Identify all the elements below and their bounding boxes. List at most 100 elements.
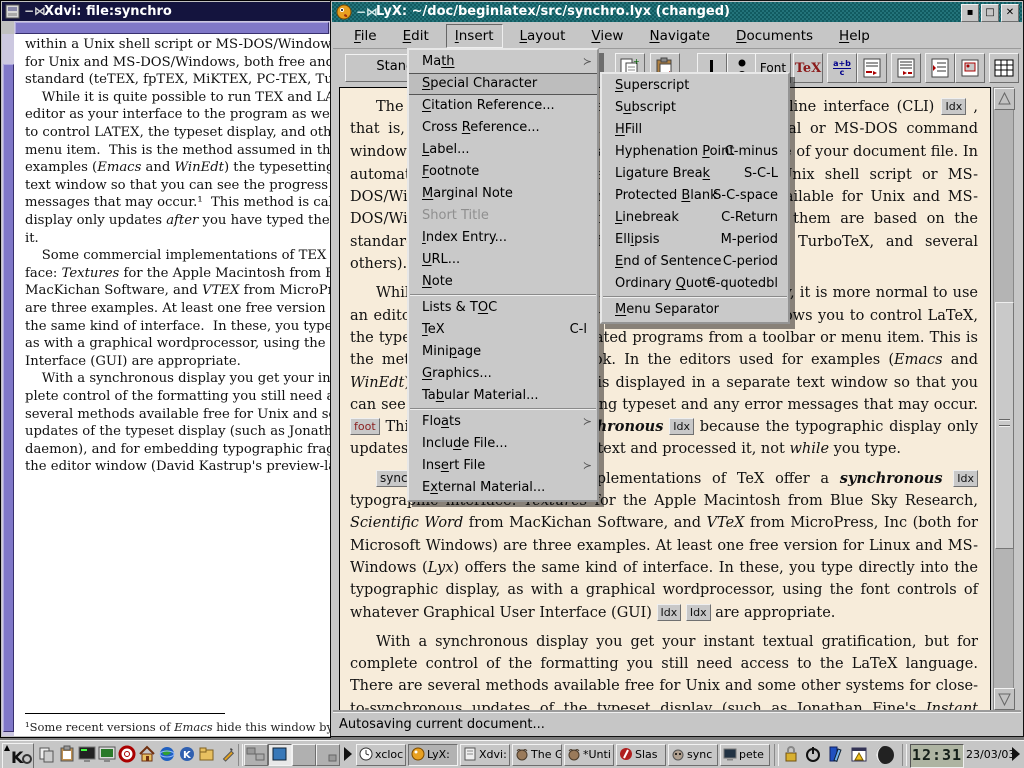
insert-menu-item-include-file[interactable]: Include File... [409, 433, 597, 455]
special-char-item-end-of-sentence[interactable]: End of SentenceC-period [602, 251, 788, 273]
menu-layout[interactable]: Layout [511, 24, 575, 48]
menu-documents[interactable]: Documents [727, 24, 822, 48]
xdvi-vscroll-thumb[interactable] [3, 64, 14, 732]
terminal-icon[interactable] [78, 745, 97, 764]
desktop: −⋈ Xdvi: file:synchro within a Unix shel… [0, 0, 1024, 768]
menu-help[interactable]: Help [830, 24, 879, 48]
menu-view[interactable]: View [582, 24, 632, 48]
xdvi-text-line: text window so that you can see the prog… [25, 178, 330, 193]
xdvi-hscroll-thumb[interactable] [15, 22, 329, 34]
insert-menu-item-math[interactable]: Math≻ [409, 51, 597, 73]
task-button-lyx[interactable]: LyX: [408, 744, 458, 766]
task-button-pete[interactable]: pete [720, 744, 770, 766]
Idx-inset[interactable]: Idx [657, 604, 682, 621]
Idx-inset[interactable]: Idx [953, 470, 978, 487]
special-char-item-hfill[interactable]: HFill [602, 119, 788, 141]
power-icon[interactable] [804, 745, 822, 763]
display-icon[interactable] [98, 745, 117, 764]
window-list-icon[interactable] [38, 745, 57, 764]
clipboard-icon[interactable] [58, 745, 77, 764]
panel-expand-icon[interactable] [344, 747, 352, 761]
insert-menu-item-external-material[interactable]: External Material... [409, 477, 597, 499]
scroll-thumb[interactable] [995, 302, 1014, 549]
xdvi-horizontal-scrollbar[interactable] [14, 21, 330, 35]
insert-menu-item-label[interactable]: Label... [409, 139, 597, 161]
insert-menu-item-special-character[interactable]: Special Character [409, 73, 597, 95]
menu-insert[interactable]: Insert [446, 24, 503, 48]
footnote-icon[interactable] [857, 53, 887, 83]
files-icon[interactable] [198, 745, 217, 764]
special-char-item-menu-separator[interactable]: Menu Separator [602, 299, 788, 321]
task-button-xdvi[interactable]: Xdvi: [460, 744, 510, 766]
pager-desktop-1[interactable] [244, 744, 268, 766]
insert-menu-item-minipage[interactable]: Minipage [409, 341, 597, 363]
special-char-item-ordinary-quote[interactable]: Ordinary QuoteC-quotedbl [602, 273, 788, 295]
insert-menu-item-floats[interactable]: Floats≻ [409, 411, 597, 433]
pager-desktop-2[interactable] [268, 744, 292, 766]
special-char-item-hyphenation-point[interactable]: Hyphenation PointC-minus [602, 141, 788, 163]
task-button-xcloc[interactable]: xcloc [356, 744, 406, 766]
Idx-inset[interactable]: Idx [941, 98, 966, 115]
klipper-icon[interactable] [826, 745, 844, 763]
pager-desktop-4[interactable] [316, 744, 340, 766]
globe-icon[interactable] [158, 745, 177, 764]
document-scrollbar[interactable] [993, 87, 1014, 711]
task-button-unti[interactable]: *Unti [564, 744, 614, 766]
depth-icon[interactable] [925, 53, 955, 83]
special-char-item-protected-blank[interactable]: Protected BlankS-C-space [602, 185, 788, 207]
organizer-icon[interactable] [850, 745, 868, 763]
maximize-button[interactable]: □ [981, 4, 999, 22]
foot-inset[interactable]: foot [350, 418, 380, 435]
k-menu-button[interactable]: K [2, 743, 34, 768]
task-button-slas[interactable]: Slas [616, 744, 666, 766]
special-char-item-ellipsis[interactable]: EllipsisM-period [602, 229, 788, 251]
Idx-inset[interactable]: Idx [686, 604, 711, 621]
Idx-inset[interactable]: Idx [669, 418, 694, 435]
insert-menu-item-url[interactable]: URL... [409, 249, 597, 271]
math-icon[interactable]: a+bc [827, 53, 857, 83]
insert-menu-item-marginal-note[interactable]: Marginal Note [409, 183, 597, 205]
insert-menu-item-insert-file[interactable]: Insert File≻ [409, 455, 597, 477]
date-display[interactable]: 23/03/03 [966, 744, 1015, 766]
lyx-titlebar[interactable]: −⋈ LyX: ~/doc/beginlatex/src/synchro.lyx… [332, 2, 1022, 22]
xdvi-icon [463, 747, 477, 766]
menu-file[interactable]: File [345, 24, 386, 48]
close-button[interactable]: ✕ [1001, 4, 1019, 22]
pager-desktop-3[interactable] [292, 744, 316, 766]
task-button-sync[interactable]: sync [668, 744, 718, 766]
clock-icon [359, 747, 373, 766]
tex-icon[interactable]: TeX [793, 53, 823, 83]
insert-menu-item-index-entry[interactable]: Index Entry... [409, 227, 597, 249]
insert-menu-item-cross-reference[interactable]: Cross Reference... [409, 117, 597, 139]
help-icon[interactable] [118, 745, 137, 764]
scroll-down-icon[interactable] [994, 688, 1015, 710]
special-char-item-linebreak[interactable]: LinebreakC-Return [602, 207, 788, 229]
insert-menu-item-tex[interactable]: TeXC-l [409, 319, 597, 341]
marginpar-icon[interactable] [891, 53, 921, 83]
menu-navigate[interactable]: Navigate [640, 24, 719, 48]
special-char-item-ligature-break[interactable]: Ligature BreakS-C-L [602, 163, 788, 185]
lock-icon[interactable] [782, 745, 800, 763]
task-button-theg[interactable]: The G [512, 744, 562, 766]
panel-hide-icon[interactable] [1012, 747, 1020, 761]
pen-icon[interactable] [218, 745, 237, 764]
menu-edit[interactable]: Edit [394, 24, 438, 48]
insert-menu-item-note[interactable]: Note [409, 271, 597, 293]
kde-icon[interactable]: K [178, 745, 197, 764]
moon-icon[interactable] [874, 745, 892, 763]
figure-icon[interactable] [955, 53, 985, 83]
insert-menu-item-graphics[interactable]: Graphics... [409, 363, 597, 385]
table-icon[interactable] [989, 53, 1019, 83]
digital-clock[interactable]: 12:31 [910, 744, 964, 768]
scroll-up-icon[interactable] [994, 88, 1015, 110]
special-char-item-superscript[interactable]: Superscript [602, 75, 788, 97]
task-label: sync [687, 748, 712, 761]
special-char-item-subscript[interactable]: Subscript [602, 97, 788, 119]
xdvi-titlebar[interactable]: −⋈ Xdvi: file:synchro [2, 2, 330, 21]
home-icon[interactable] [138, 745, 157, 764]
insert-menu-item-lists-toc[interactable]: Lists & TOC [409, 297, 597, 319]
insert-menu-item-tabular-material[interactable]: Tabular Material... [409, 385, 597, 407]
insert-menu-item-footnote[interactable]: Footnote [409, 161, 597, 183]
minimize-button[interactable]: ▪ [961, 4, 979, 22]
insert-menu-item-citation-reference[interactable]: Citation Reference... [409, 95, 597, 117]
